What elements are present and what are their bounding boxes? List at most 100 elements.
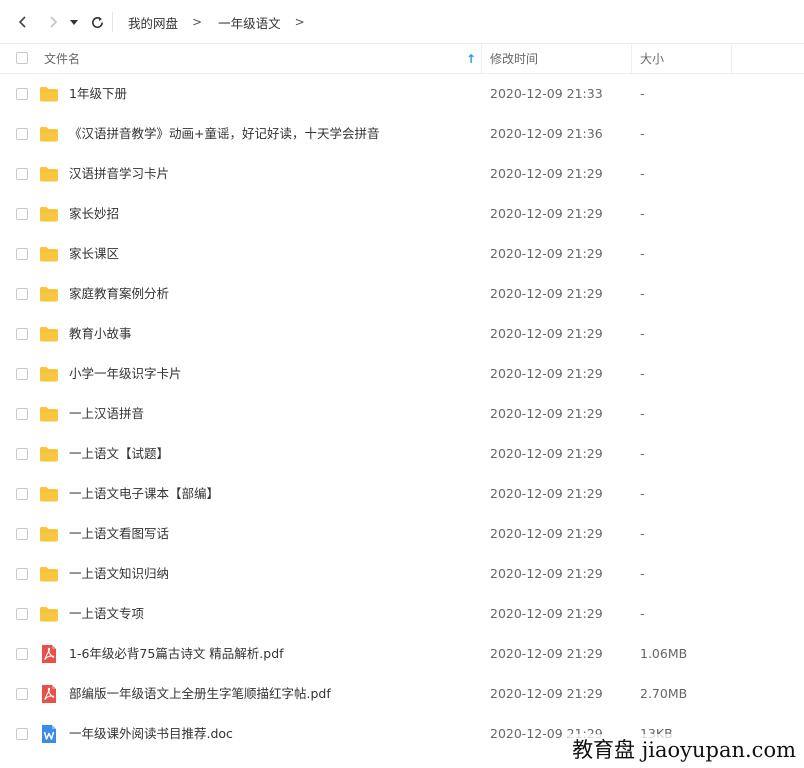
folder-icon xyxy=(39,484,59,504)
row-checkbox[interactable] xyxy=(16,488,28,500)
column-divider[interactable] xyxy=(481,44,482,73)
file-size: - xyxy=(640,206,645,221)
file-modified-time: 2020-12-09 21:29 xyxy=(490,526,603,541)
file-modified-time: 2020-12-09 21:29 xyxy=(490,686,603,701)
file-size: - xyxy=(640,166,645,181)
file-size: - xyxy=(640,246,645,261)
file-modified-time: 2020-12-09 21:29 xyxy=(490,406,603,421)
table-row[interactable]: 一上语文电子课本【部编】 2020-12-09 21:29 - xyxy=(0,474,804,514)
file-name[interactable]: 家庭教育案例分析 xyxy=(69,274,169,314)
file-name[interactable]: 一上汉语拼音 xyxy=(69,394,144,434)
row-checkbox[interactable] xyxy=(16,528,28,540)
refresh-button[interactable] xyxy=(86,11,108,33)
file-modified-time: 2020-12-09 21:36 xyxy=(490,126,603,141)
table-row[interactable]: 部编版一年级语文上全册生字笔顺描红字帖.pdf 2020-12-09 21:29 2… xyxy=(0,674,804,714)
table-row[interactable]: 一上语文知识归纳 2020-12-09 21:29 - xyxy=(0,554,804,594)
table-row[interactable]: 一上语文【试题】 2020-12-09 21:29 - xyxy=(0,434,804,474)
row-checkbox[interactable] xyxy=(16,128,28,140)
column-divider[interactable] xyxy=(631,44,632,73)
file-size: 2.70MB xyxy=(640,686,688,701)
file-name[interactable]: 一上语文专项 xyxy=(69,594,144,634)
row-checkbox[interactable] xyxy=(16,408,28,420)
file-size: - xyxy=(640,566,645,581)
file-name[interactable]: 一上语文【试题】 xyxy=(69,434,169,474)
file-name[interactable]: 家长妙招 xyxy=(69,194,119,234)
file-name[interactable]: 小学一年级识字卡片 xyxy=(69,354,182,394)
column-header-name-label: 文件名 xyxy=(44,52,81,66)
file-modified-time: 2020-12-09 21:29 xyxy=(490,206,603,221)
table-row[interactable]: 1-6年级必背75篇古诗文 精品解析.pdf 2020-12-09 21:29 1.… xyxy=(0,634,804,674)
folder-icon xyxy=(39,324,59,344)
row-checkbox[interactable] xyxy=(16,208,28,220)
file-modified-time: 2020-12-09 21:33 xyxy=(490,86,603,101)
folder-icon xyxy=(39,604,59,624)
table-row[interactable]: 一上语文看图写话 2020-12-09 21:29 - xyxy=(0,514,804,554)
table-row[interactable]: 《汉语拼音教学》动画+童谣，好记好读，十天学会拼音 2020-12-09 21:3… xyxy=(0,114,804,154)
row-checkbox[interactable] xyxy=(16,448,28,460)
table-row[interactable]: 家长妙招 2020-12-09 21:29 - xyxy=(0,194,804,234)
folder-icon xyxy=(39,204,59,224)
file-size: - xyxy=(640,526,645,541)
row-checkbox[interactable] xyxy=(16,648,28,660)
row-checkbox[interactable] xyxy=(16,608,28,620)
file-modified-time: 2020-12-09 21:29 xyxy=(490,166,603,181)
column-header-modified-label: 修改时间 xyxy=(490,52,539,66)
row-checkbox[interactable] xyxy=(16,368,28,380)
folder-icon xyxy=(39,564,59,584)
file-name[interactable]: 部编版一年级语文上全册生字笔顺描红字帖.pdf xyxy=(69,674,331,714)
file-modified-time: 2020-12-09 21:29 xyxy=(490,646,603,661)
file-name[interactable]: 一上语文看图写话 xyxy=(69,514,169,554)
row-checkbox[interactable] xyxy=(16,168,28,180)
file-name[interactable]: 1年级下册 xyxy=(69,74,127,114)
file-modified-time: 2020-12-09 21:29 xyxy=(490,486,603,501)
folder-icon xyxy=(39,244,59,264)
file-name[interactable]: 家长课区 xyxy=(69,234,119,274)
table-row[interactable]: 教育小故事 2020-12-09 21:29 - xyxy=(0,314,804,354)
column-divider[interactable] xyxy=(731,44,732,73)
file-name[interactable]: 教育小故事 xyxy=(69,314,132,354)
file-name[interactable]: 一上语文电子课本【部编】 xyxy=(69,474,219,514)
table-row[interactable]: 家庭教育案例分析 2020-12-09 21:29 - xyxy=(0,274,804,314)
breadcrumb-separator: > xyxy=(192,15,203,29)
breadcrumb-item-current[interactable]: 一年级语文 xyxy=(218,13,281,32)
row-checkbox[interactable] xyxy=(16,288,28,300)
column-header-modified[interactable]: 修改时间 xyxy=(490,44,538,73)
file-name[interactable]: 汉语拼音学习卡片 xyxy=(69,154,169,194)
file-size: - xyxy=(640,366,645,381)
watermark: 教育盘 jiaoyupan.com xyxy=(568,734,800,764)
row-checkbox[interactable] xyxy=(16,728,28,740)
select-all-checkbox[interactable] xyxy=(16,52,28,64)
table-row[interactable]: 1年级下册 2020-12-09 21:33 - xyxy=(0,74,804,114)
file-modified-time: 2020-12-09 21:29 xyxy=(490,246,603,261)
forward-button[interactable] xyxy=(42,11,64,33)
file-size: 1.06MB xyxy=(640,646,688,661)
file-name[interactable]: 1-6年级必背75篇古诗文 精品解析.pdf xyxy=(69,634,284,674)
breadcrumb-item-root[interactable]: 我的网盘 xyxy=(128,13,178,32)
forward-icon xyxy=(50,16,58,28)
history-dropdown-button[interactable] xyxy=(66,11,82,33)
folder-icon xyxy=(39,164,59,184)
row-checkbox[interactable] xyxy=(16,568,28,580)
row-checkbox[interactable] xyxy=(16,88,28,100)
sort-ascending-icon: ↑ xyxy=(466,51,477,66)
table-row[interactable]: 汉语拼音学习卡片 2020-12-09 21:29 - xyxy=(0,154,804,194)
table-row[interactable]: 小学一年级识字卡片 2020-12-09 21:29 - xyxy=(0,354,804,394)
folder-icon xyxy=(39,444,59,464)
file-size: - xyxy=(640,446,645,461)
pdf-icon xyxy=(39,684,59,704)
back-button[interactable] xyxy=(12,11,34,33)
table-row[interactable]: 一上语文专项 2020-12-09 21:29 - xyxy=(0,594,804,634)
row-checkbox[interactable] xyxy=(16,688,28,700)
table-row[interactable]: 家长课区 2020-12-09 21:29 - xyxy=(0,234,804,274)
file-name[interactable]: 一上语文知识归纳 xyxy=(69,554,169,594)
file-name[interactable]: 《汉语拼音教学》动画+童谣，好记好读，十天学会拼音 xyxy=(69,114,379,154)
row-checkbox[interactable] xyxy=(16,328,28,340)
table-row[interactable]: 一上汉语拼音 2020-12-09 21:29 - xyxy=(0,394,804,434)
breadcrumb-separator: > xyxy=(294,15,305,29)
file-name[interactable]: 一年级课外阅读书目推荐.doc xyxy=(69,714,233,754)
column-header-size[interactable]: 大小 xyxy=(640,44,664,73)
column-header-name[interactable]: 文件名 xyxy=(44,44,480,73)
column-header-size-label: 大小 xyxy=(640,52,665,66)
row-checkbox[interactable] xyxy=(16,248,28,260)
file-modified-time: 2020-12-09 21:29 xyxy=(490,286,603,301)
